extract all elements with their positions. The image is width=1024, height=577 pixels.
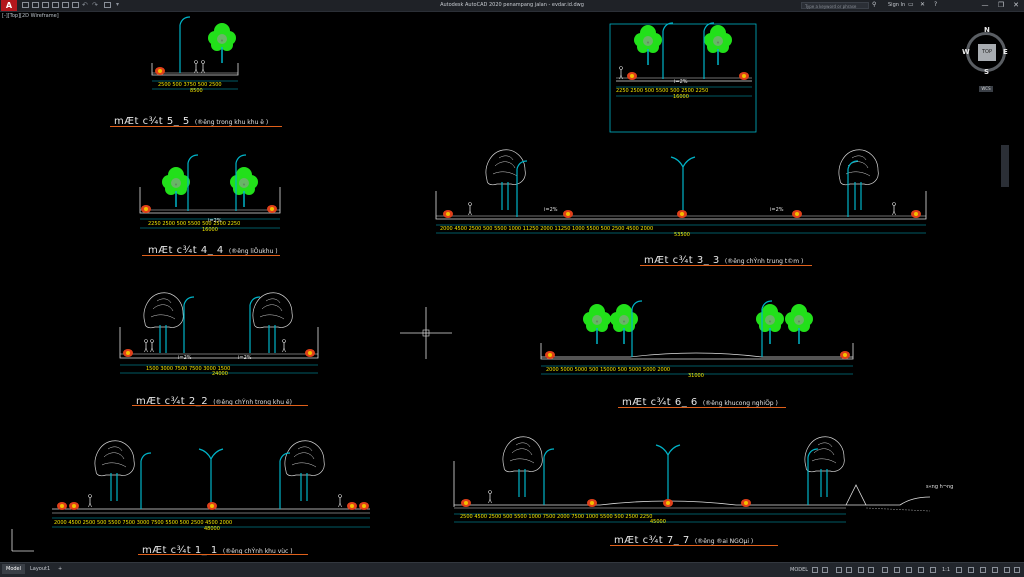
slope-label: i=2% <box>770 207 784 213</box>
title-underline <box>138 554 308 555</box>
grid-icon[interactable] <box>812 567 818 573</box>
river-label: s«ng h­¬ng <box>926 484 954 490</box>
minimize-button[interactable]: — <box>978 0 992 11</box>
title-underline <box>110 126 282 127</box>
status-bar: Model Layout1 + MODEL 1:1 <box>0 562 1024 577</box>
annotation-visibility-icon[interactable] <box>918 567 924 573</box>
add-icon[interactable] <box>968 567 974 573</box>
title-underline <box>610 545 778 546</box>
otrack-icon[interactable] <box>868 567 874 573</box>
sign-in-link[interactable]: Sign In <box>888 0 905 11</box>
viewcube-top-face[interactable]: TOP <box>978 44 996 61</box>
section-2-2 <box>119 292 319 374</box>
dims-1-1-total: 48000 <box>204 526 220 532</box>
section-5-5 <box>151 16 239 90</box>
tab-model[interactable]: Model <box>2 564 26 574</box>
ortho-icon[interactable] <box>836 567 842 573</box>
slope-label: i=2% <box>238 355 252 361</box>
dims-boxed: 2250 2500 500 5500 500 2500 2250 <box>616 88 709 94</box>
isolate-objects-icon[interactable] <box>992 567 998 573</box>
section-7-7 <box>453 436 931 523</box>
exchange-icon[interactable]: ✕ <box>920 1 925 8</box>
section-3-3 <box>435 149 927 234</box>
dims-4-4: 2250 2500 500 5500 500 2500 2250 <box>148 221 241 227</box>
dims-boxed-total: 16000 <box>673 94 689 100</box>
dims-7-7: 2500 4500 2500 500 5500 1000 7500 2000 7… <box>460 514 653 520</box>
units-icon[interactable] <box>980 567 986 573</box>
dims-6-6: 2000 5000 5000 500 15000 500 5000 5000 2… <box>546 367 671 373</box>
section-6-6 <box>540 300 854 375</box>
dims-3-3: 2000 4500 2500 500 5500 1000 11250 2000 … <box>440 226 654 232</box>
section-boxed <box>609 22 757 133</box>
customize-icon[interactable] <box>1014 567 1020 573</box>
annotation-scale[interactable]: 1:1 <box>942 565 950 575</box>
title-underline <box>132 405 308 406</box>
selection-cycling-icon[interactable] <box>906 567 912 573</box>
transparency-icon[interactable] <box>894 567 900 573</box>
restore-button[interactable]: ❐ <box>994 0 1008 11</box>
snap-icon[interactable] <box>822 567 828 573</box>
polar-icon[interactable] <box>846 567 852 573</box>
tab-layout1[interactable]: Layout1 <box>26 564 54 574</box>
title-underline <box>142 255 280 256</box>
new-layout-tab[interactable]: + <box>54 564 66 574</box>
dims-6-6-total: 31000 <box>688 373 704 379</box>
slope-label: i=2% <box>674 79 688 85</box>
dims-5-5-total: 8500 <box>190 88 203 94</box>
annotation-scale-icon[interactable] <box>930 567 936 573</box>
navigation-bar[interactable] <box>1001 145 1009 187</box>
dims-4-4-total: 16000 <box>202 227 218 233</box>
compass-south[interactable]: S <box>984 68 989 76</box>
title-underline <box>618 407 786 408</box>
compass-west[interactable]: W <box>962 48 970 56</box>
window-title: Autodesk AutoCAD 2020 penampang jalan - … <box>440 2 584 8</box>
model-space-toggle[interactable]: MODEL <box>790 565 808 575</box>
osnap-icon[interactable] <box>858 567 864 573</box>
close-button[interactable]: ✕ <box>1009 0 1023 11</box>
fullscreen-icon[interactable] <box>1004 567 1010 573</box>
search-input[interactable]: Type a keyword or phrase <box>801 2 869 9</box>
wcs-menu[interactable]: WCS <box>979 86 993 92</box>
slope-label: i=2% <box>178 355 192 361</box>
compass-east[interactable]: E <box>1003 48 1008 56</box>
dims-7-7-total: 45000 <box>650 519 666 525</box>
viewcube[interactable]: N S W E TOP <box>962 26 1010 84</box>
slope-label: i=2% <box>544 207 558 213</box>
dims-2-2-total: 24000 <box>212 371 228 377</box>
user-icon[interactable]: ⚲ <box>872 1 876 8</box>
drawing-canvas[interactable] <box>0 11 1024 562</box>
lineweight-icon[interactable] <box>882 567 888 573</box>
slope-label: i=2% <box>208 218 222 224</box>
section-1-1 <box>52 440 370 528</box>
dims-3-3-total: 53500 <box>674 232 690 238</box>
title-underline <box>640 265 812 266</box>
crosshair-cursor <box>400 307 452 359</box>
workspace-gear-icon[interactable] <box>956 567 962 573</box>
compass-north[interactable]: N <box>984 26 990 34</box>
ucs-icon <box>11 529 34 552</box>
help-icon[interactable]: ? <box>934 1 937 8</box>
cart-icon[interactable]: ▭ <box>908 1 914 8</box>
